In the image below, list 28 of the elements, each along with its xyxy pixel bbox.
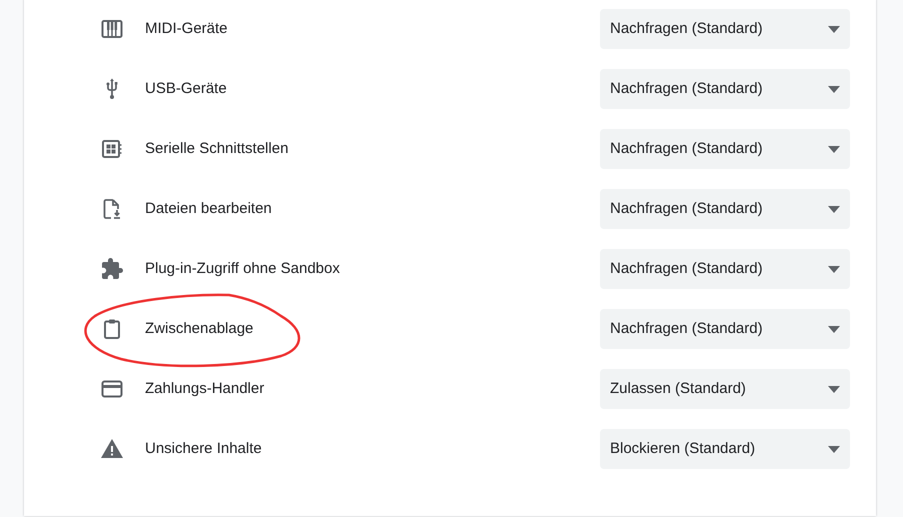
warning-icon bbox=[100, 437, 124, 461]
permission-dropdown[interactable]: Nachfragen (Standard) bbox=[600, 69, 850, 109]
permission-dropdown[interactable]: Nachfragen (Standard) bbox=[600, 249, 850, 289]
setting-label: MIDI-Geräte bbox=[145, 18, 228, 39]
setting-label: USB-Geräte bbox=[145, 78, 227, 99]
piano-keys-icon bbox=[100, 17, 124, 41]
permission-dropdown[interactable]: Nachfragen (Standard) bbox=[600, 9, 850, 49]
chip-icon bbox=[100, 137, 124, 161]
setting-label: Unsichere Inhalte bbox=[145, 438, 262, 459]
puzzle-piece-icon bbox=[100, 257, 124, 281]
dropdown-caret-icon bbox=[828, 146, 840, 152]
permission-dropdown[interactable]: Nachfragen (Standard) bbox=[600, 129, 850, 169]
dropdown-caret-icon bbox=[828, 86, 840, 92]
dropdown-caret-icon bbox=[828, 206, 840, 212]
setting-label: Plug-in-Zugriff ohne Sandbox bbox=[145, 258, 340, 279]
dropdown-caret-icon bbox=[828, 266, 840, 272]
setting-label: Serielle Schnittstellen bbox=[145, 138, 288, 159]
permission-dropdown[interactable]: Blockieren (Standard) bbox=[600, 429, 850, 469]
dropdown-caret-icon bbox=[828, 446, 840, 452]
dropdown-caret-icon bbox=[828, 326, 840, 332]
setting-label: Dateien bearbeiten bbox=[145, 198, 272, 219]
dropdown-caret-icon bbox=[828, 386, 840, 392]
setting-label: Zwischenablage bbox=[145, 318, 254, 339]
permission-dropdown[interactable]: Nachfragen (Standard) bbox=[600, 309, 850, 349]
permission-dropdown[interactable]: Nachfragen (Standard) bbox=[600, 189, 850, 229]
permission-dropdown[interactable]: Zulassen (Standard) bbox=[600, 369, 850, 409]
setting-label: Zahlungs-Handler bbox=[145, 378, 264, 399]
dropdown-caret-icon bbox=[828, 26, 840, 32]
